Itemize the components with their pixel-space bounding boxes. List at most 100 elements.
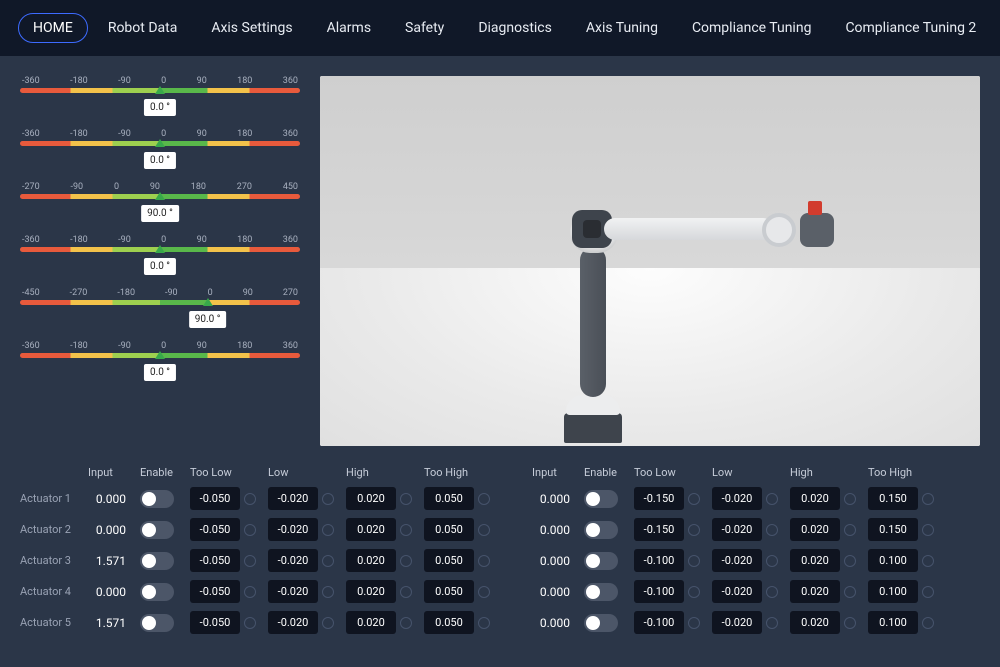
actuator-4-enable-a[interactable]: [140, 583, 174, 601]
axis-slider-1-value[interactable]: 0.0 °: [144, 99, 176, 116]
axis-slider-4-handle[interactable]: [155, 245, 165, 253]
axis-slider-5: -450-270-180-9009027090.0 °: [20, 288, 300, 337]
actuator-3-a-low-input[interactable]: -0.020: [268, 549, 318, 572]
actuator-5-b-toohigh-input[interactable]: 0.100: [868, 611, 918, 634]
actuator-5-b-high-input[interactable]: 0.020: [790, 611, 840, 634]
axis-slider-5-value[interactable]: 90.0 °: [189, 311, 227, 328]
nav-tab-compliance-tuning-2[interactable]: Compliance Tuning 2: [831, 14, 990, 42]
nav-tab-axis-tuning[interactable]: Axis Tuning: [572, 14, 672, 42]
actuator-3-b-high-input[interactable]: 0.020: [790, 549, 840, 572]
actuator-3-label: Actuator 3: [20, 554, 78, 567]
actuator-3-a-toolow-input[interactable]: -0.050: [190, 549, 240, 572]
actuator-5-enable-b[interactable]: [584, 614, 618, 632]
actuator-4-a-high-cell: 0.020: [346, 580, 414, 603]
axis-slider-4-tick: 360: [283, 235, 298, 245]
actuator-4-a-toohigh-indicator: [478, 586, 490, 598]
nav-tab-compliance-tuning[interactable]: Compliance Tuning: [678, 14, 826, 42]
actuator-4-a-toolow-input[interactable]: -0.050: [190, 580, 240, 603]
actuator-5-a-toolow-input[interactable]: -0.050: [190, 611, 240, 634]
actuator-4-b-high-input[interactable]: 0.020: [790, 580, 840, 603]
axis-slider-3-track[interactable]: [20, 194, 300, 199]
actuator-2-b-toohigh-input[interactable]: 0.150: [868, 518, 918, 541]
actuator-4-a-high-input[interactable]: 0.020: [346, 580, 396, 603]
axis-slider-2-handle[interactable]: [155, 139, 165, 147]
axis-slider-5-tick: 270: [283, 288, 298, 298]
axis-slider-6-value[interactable]: 0.0 °: [144, 364, 176, 381]
actuator-4-a-toohigh-input[interactable]: 0.050: [424, 580, 474, 603]
axis-slider-1-track[interactable]: [20, 88, 300, 93]
nav-tab-diagnostics[interactable]: Diagnostics: [464, 14, 566, 42]
axis-slider-1-tick: -360: [22, 76, 40, 86]
actuator-4-a-low-input[interactable]: -0.020: [268, 580, 318, 603]
actuator-2-a-low-input[interactable]: -0.020: [268, 518, 318, 541]
actuator-2-enable-a[interactable]: [140, 521, 174, 539]
actuator-5-a-high-input[interactable]: 0.020: [346, 611, 396, 634]
actuator-3-enable-a[interactable]: [140, 552, 174, 570]
robot-3d-viewport[interactable]: [320, 76, 980, 446]
actuator-3-a-toolow-cell: -0.050: [190, 549, 258, 572]
axis-slider-2-tick: -360: [22, 129, 40, 139]
axis-slider-2-track[interactable]: [20, 141, 300, 146]
actuator-3-b-low-input[interactable]: -0.020: [712, 549, 762, 572]
actuator-1-a-high-indicator: [400, 493, 412, 505]
axis-slider-6-handle[interactable]: [155, 351, 165, 359]
axis-slider-5-tick: -90: [165, 288, 178, 298]
actuator-1-a-toolow-input[interactable]: -0.050: [190, 487, 240, 510]
nav-tab-alarms[interactable]: Alarms: [313, 14, 385, 42]
actuator-1-b-toolow-input[interactable]: -0.150: [634, 487, 684, 510]
actuator-1-b-toolow-indicator: [688, 493, 700, 505]
actuator-5-b-low-input[interactable]: -0.020: [712, 611, 762, 634]
actuator-3-a-toohigh-input[interactable]: 0.050: [424, 549, 474, 572]
axis-slider-4-track[interactable]: [20, 247, 300, 252]
actuator-3-b-toohigh-input[interactable]: 0.100: [868, 549, 918, 572]
actuator-4-b-toolow-input[interactable]: -0.100: [634, 580, 684, 603]
actuator-1-b-low-input[interactable]: -0.020: [712, 487, 762, 510]
actuator-2-a-toolow-input[interactable]: -0.050: [190, 518, 240, 541]
axis-slider-5-handle[interactable]: [203, 298, 213, 306]
actuator-4-b-low-input[interactable]: -0.020: [712, 580, 762, 603]
nav-tab-axis-settings[interactable]: Axis Settings: [197, 14, 306, 42]
actuator-4-enable-b[interactable]: [584, 583, 618, 601]
actuator-3-enable-b[interactable]: [584, 552, 618, 570]
actuator-5-b-toolow-input[interactable]: -0.100: [634, 611, 684, 634]
actuator-3-b-high-cell: 0.020: [790, 549, 858, 572]
nav-tab-home[interactable]: HOME: [18, 13, 88, 43]
actuator-3-input-b: 0.000: [532, 554, 574, 568]
actuator-2-a-toohigh-input[interactable]: 0.050: [424, 518, 474, 541]
actuator-1-label: Actuator 1: [20, 492, 78, 505]
actuator-5-enable-a[interactable]: [140, 614, 174, 632]
actuator-2-a-high-input[interactable]: 0.020: [346, 518, 396, 541]
actuator-5-a-low-input[interactable]: -0.020: [268, 611, 318, 634]
actuator-1-enable-b[interactable]: [584, 490, 618, 508]
axis-slider-1-tick: 0: [161, 76, 166, 86]
actuator-2-b-high-input[interactable]: 0.020: [790, 518, 840, 541]
actuator-1-a-toohigh-input[interactable]: 0.050: [424, 487, 474, 510]
axis-slider-4-value[interactable]: 0.0 °: [144, 258, 176, 275]
actuator-2-enable-b[interactable]: [584, 521, 618, 539]
actuator-row-3-right: 0.000 -0.100 -0.020 0.020 0.100: [532, 549, 980, 572]
axis-slider-6-track[interactable]: [20, 353, 300, 358]
axis-slider-3-handle[interactable]: [155, 192, 165, 200]
actuator-5-b-high-cell: 0.020: [790, 611, 858, 634]
actuator-1-b-high-indicator: [844, 493, 856, 505]
actuator-1-b-toohigh-input[interactable]: 0.150: [868, 487, 918, 510]
actuator-5-a-toohigh-input[interactable]: 0.050: [424, 611, 474, 634]
actuator-1-a-low-input[interactable]: -0.020: [268, 487, 318, 510]
actuator-3-b-toolow-input[interactable]: -0.100: [634, 549, 684, 572]
axis-slider-3-value[interactable]: 90.0 °: [141, 205, 179, 222]
nav-tab-safety[interactable]: Safety: [391, 14, 458, 42]
actuator-2-b-low-input[interactable]: -0.020: [712, 518, 762, 541]
axis-slider-2-value[interactable]: 0.0 °: [144, 152, 176, 169]
nav-tab-about[interactable]: About: [996, 14, 1000, 42]
axis-slider-5-track[interactable]: [20, 300, 300, 305]
actuator-1-a-high-input[interactable]: 0.020: [346, 487, 396, 510]
actuator-4-b-toohigh-input[interactable]: 0.100: [868, 580, 918, 603]
axis-slider-4-tick: 0: [161, 235, 166, 245]
actuator-3-a-high-input[interactable]: 0.020: [346, 549, 396, 572]
actuator-1-enable-a[interactable]: [140, 490, 174, 508]
actuator-1-b-high-input[interactable]: 0.020: [790, 487, 840, 510]
axis-slider-1-handle[interactable]: [155, 86, 165, 94]
actuator-4-b-toolow-cell: -0.100: [634, 580, 702, 603]
nav-tab-robot-data[interactable]: Robot Data: [94, 14, 192, 42]
actuator-2-b-toolow-input[interactable]: -0.150: [634, 518, 684, 541]
